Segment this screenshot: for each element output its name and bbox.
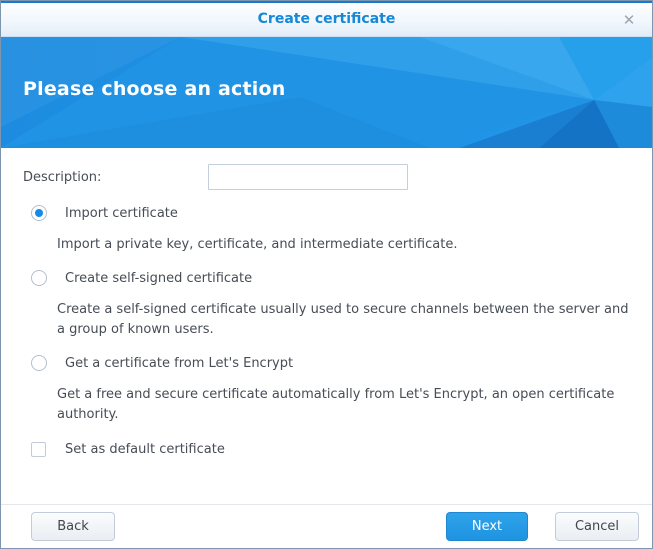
back-button[interactable]: Back (31, 512, 115, 541)
option-lets-encrypt[interactable]: Get a certificate from Let's Encrypt (23, 354, 630, 372)
wizard-banner: Please choose an action (1, 37, 652, 148)
dialog-footer: Back Next Cancel (1, 504, 652, 548)
option-import-certificate[interactable]: Import certificate (23, 204, 630, 222)
set-default-certificate-row[interactable]: Set as default certificate (23, 440, 630, 458)
option-self-signed[interactable]: Create self-signed certificate (23, 269, 630, 287)
description-row: Description: (23, 164, 630, 190)
close-icon[interactable]: ✕ (620, 11, 638, 29)
dialog-content: Description: Import certificate Import a… (1, 148, 652, 504)
option-label[interactable]: Create self-signed certificate (65, 271, 252, 286)
set-default-checkbox[interactable] (31, 441, 46, 457)
set-default-label[interactable]: Set as default certificate (65, 442, 225, 457)
option-label[interactable]: Import certificate (65, 206, 178, 221)
radio-lets-encrypt[interactable] (31, 355, 47, 371)
radio-self-signed[interactable] (31, 270, 47, 286)
dialog-titlebar: Create certificate ✕ (1, 1, 652, 37)
option-import-description: Import a private key, certificate, and i… (57, 237, 458, 252)
page-title: Please choose an action (23, 78, 286, 100)
cancel-button[interactable]: Cancel (555, 512, 639, 541)
option-label[interactable]: Get a certificate from Let's Encrypt (65, 356, 293, 371)
create-certificate-dialog: Create certificate ✕ Please choose an ac… (0, 0, 653, 549)
dialog-title: Create certificate (257, 11, 396, 27)
description-label: Description: (23, 169, 102, 185)
option-self-signed-description: Create a self-signed certificate usually… (57, 302, 629, 337)
radio-import-certificate[interactable] (31, 205, 47, 221)
next-button[interactable]: Next (446, 512, 528, 541)
description-input[interactable] (208, 164, 408, 190)
option-lets-encrypt-description: Get a free and secure certificate automa… (57, 387, 615, 422)
